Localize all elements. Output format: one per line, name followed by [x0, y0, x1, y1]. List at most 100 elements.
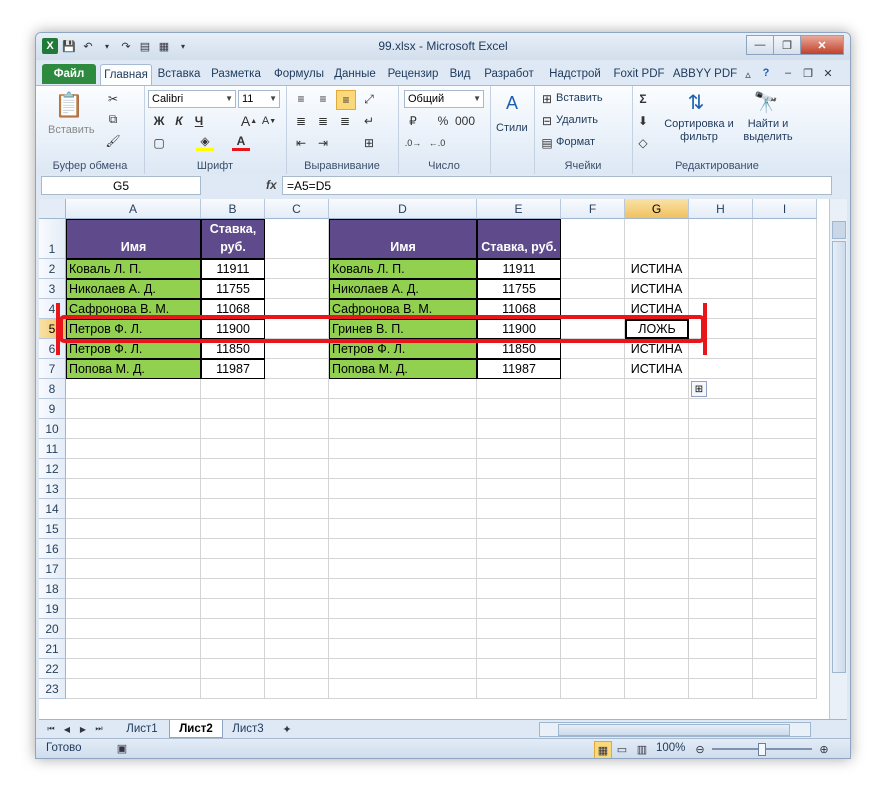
- grid-cell[interactable]: [561, 479, 625, 499]
- grid-cell[interactable]: [477, 579, 561, 599]
- grid-cell[interactable]: [561, 659, 625, 679]
- grid-cell[interactable]: [265, 359, 329, 379]
- paste-button[interactable]: Вставить: [48, 124, 95, 136]
- grid-cell[interactable]: [753, 659, 817, 679]
- row-header-10[interactable]: 10: [39, 419, 66, 439]
- grid-cell[interactable]: [329, 539, 477, 559]
- bold-button[interactable]: Ж: [150, 112, 168, 130]
- grid-cell[interactable]: [66, 539, 201, 559]
- autofill-options-icon[interactable]: ⊞: [691, 381, 707, 397]
- grid-cell[interactable]: [477, 599, 561, 619]
- font-name-select[interactable]: Calibri ▼: [148, 90, 236, 108]
- row-header-11[interactable]: 11: [39, 439, 66, 459]
- zoom-level[interactable]: 100%: [656, 742, 685, 754]
- tab-home[interactable]: Главная: [100, 64, 152, 85]
- grid-cell[interactable]: [66, 499, 201, 519]
- grid-cell[interactable]: [625, 599, 689, 619]
- number-format-select[interactable]: Общий ▼: [404, 90, 484, 108]
- result-cell[interactable]: ИСТИНА: [625, 259, 689, 279]
- minimize-ribbon-icon[interactable]: ▵: [740, 66, 756, 82]
- grow-font-icon[interactable]: A ▲: [240, 112, 258, 130]
- grid-cell[interactable]: [689, 519, 753, 539]
- grid-cell[interactable]: [477, 539, 561, 559]
- row-header-14[interactable]: 14: [39, 499, 66, 519]
- paste-icon[interactable]: 📋: [54, 90, 84, 120]
- horizontal-scrollbar[interactable]: [539, 722, 811, 737]
- grid-cell[interactable]: [477, 479, 561, 499]
- grid-cell[interactable]: [753, 439, 817, 459]
- grid-cell[interactable]: [753, 519, 817, 539]
- grid-cell[interactable]: [561, 519, 625, 539]
- row-header-21[interactable]: 21: [39, 639, 66, 659]
- row-header-7[interactable]: 7: [39, 359, 66, 379]
- scroll-up-arrow[interactable]: [832, 221, 846, 239]
- grid-cell[interactable]: [689, 659, 753, 679]
- grid-cell[interactable]: [329, 479, 477, 499]
- grid-cell[interactable]: [66, 519, 201, 539]
- grid-cell[interactable]: [477, 439, 561, 459]
- grid-cell[interactable]: [753, 679, 817, 699]
- row-header-15[interactable]: 15: [39, 519, 66, 539]
- grid-cell[interactable]: [265, 619, 329, 639]
- hscroll-thumb[interactable]: [558, 724, 790, 736]
- grid-cell[interactable]: [265, 259, 329, 279]
- sort-filter-button[interactable]: Сортировка и фильтр: [662, 118, 736, 144]
- table2-rate-cell[interactable]: 11911: [477, 259, 561, 279]
- grid-cell[interactable]: [66, 479, 201, 499]
- grid-cell[interactable]: [753, 419, 817, 439]
- cut-icon[interactable]: ✂: [104, 90, 122, 108]
- grid-cell[interactable]: [66, 639, 201, 659]
- grid-cell[interactable]: [265, 519, 329, 539]
- grid-cell[interactable]: [689, 219, 753, 259]
- grid-cell[interactable]: [561, 679, 625, 699]
- grid-cell[interactable]: [265, 539, 329, 559]
- currency-icon[interactable]: ₽: [404, 112, 422, 130]
- grid-cell[interactable]: [329, 419, 477, 439]
- grid-cell[interactable]: [561, 379, 625, 399]
- row-header-8[interactable]: 8: [39, 379, 66, 399]
- tab-view[interactable]: Вид: [446, 64, 474, 84]
- grid-cell[interactable]: [689, 259, 753, 279]
- grid-cell[interactable]: [66, 459, 201, 479]
- tab-insert[interactable]: Вставка: [154, 64, 204, 84]
- grid-cell[interactable]: [625, 639, 689, 659]
- grid-cell[interactable]: [625, 479, 689, 499]
- grid-cell[interactable]: [329, 519, 477, 539]
- table1-rate-cell[interactable]: 11755: [201, 279, 265, 299]
- zoom-out-icon[interactable]: ⊖: [692, 741, 708, 757]
- grid-cell[interactable]: [625, 539, 689, 559]
- grid-cell[interactable]: [265, 459, 329, 479]
- worksheet-grid[interactable]: A B C D E F G H I 1 2 3 4 5 6 7 8 9 10 11 12 13 14 15 16 17 18 19 20…: [39, 199, 829, 719]
- tab-abbyy-pdf[interactable]: ABBYY PDF: [672, 64, 738, 84]
- grid-cell[interactable]: [689, 279, 753, 299]
- grid-cell[interactable]: [201, 579, 265, 599]
- row-header-23[interactable]: 23: [39, 679, 66, 699]
- grid-cell[interactable]: [753, 479, 817, 499]
- table1-rate-cell[interactable]: 11987: [201, 359, 265, 379]
- grid-cell[interactable]: [477, 519, 561, 539]
- align-right-icon[interactable]: ≣: [336, 112, 354, 130]
- styles-icon[interactable]: A: [502, 92, 522, 114]
- grid-cell[interactable]: [201, 539, 265, 559]
- format-painter-icon[interactable]: 🖌: [104, 132, 122, 150]
- grid-cell[interactable]: [753, 639, 817, 659]
- grid-cell[interactable]: [625, 619, 689, 639]
- row-header-16[interactable]: 16: [39, 539, 66, 559]
- grid-cell[interactable]: [625, 579, 689, 599]
- grid-cell[interactable]: [689, 419, 753, 439]
- workbook-minimize-icon[interactable]: –: [780, 65, 796, 81]
- grid-cell[interactable]: [477, 619, 561, 639]
- align-bottom-icon[interactable]: ≡: [336, 90, 356, 110]
- scroll-thumb[interactable]: [832, 241, 846, 673]
- comma-style-icon[interactable]: 000: [455, 112, 475, 130]
- select-all-corner[interactable]: [39, 199, 66, 219]
- grid-cell[interactable]: [561, 359, 625, 379]
- grid-cell[interactable]: [329, 579, 477, 599]
- grid-cell[interactable]: [265, 499, 329, 519]
- grid-cell[interactable]: [66, 679, 201, 699]
- underline-button[interactable]: Ч: [190, 112, 208, 130]
- table1-name-cell[interactable]: Николаев А. Д.: [66, 279, 201, 299]
- grid-cell[interactable]: [561, 539, 625, 559]
- row-header-20[interactable]: 20: [39, 619, 66, 639]
- decrease-indent-icon[interactable]: ⇤: [292, 134, 310, 152]
